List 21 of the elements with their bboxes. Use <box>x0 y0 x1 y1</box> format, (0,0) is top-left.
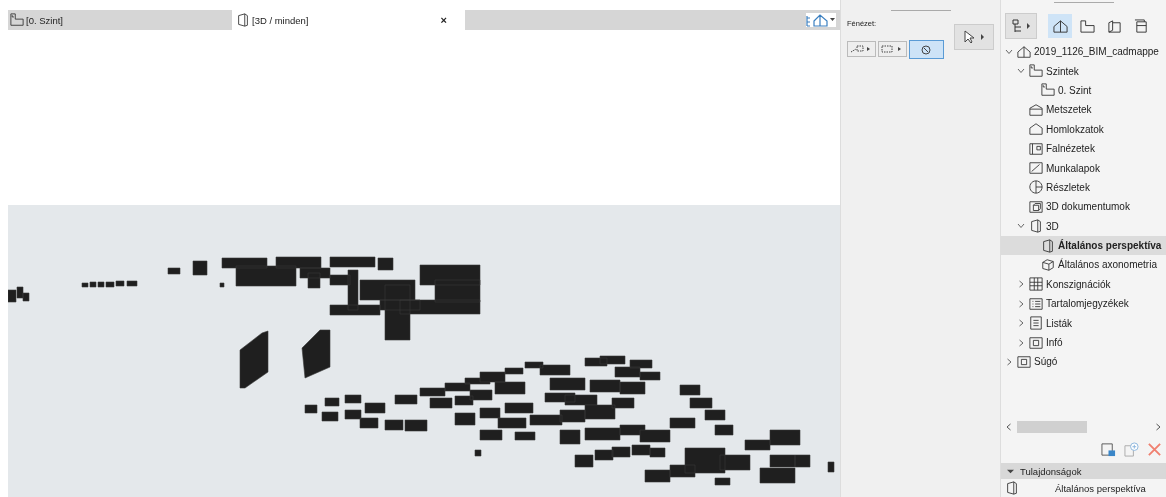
tree-item[interactable]: 3D <box>1001 216 1166 236</box>
tree-item[interactable]: Tartalomjegyzékek <box>1001 294 1166 314</box>
view-tab[interactable]: [3D / minden] × <box>232 10 465 30</box>
tree-item[interactable]: Szintek <box>1001 61 1166 81</box>
tree-item[interactable]: 0. Szint <box>1001 80 1166 101</box>
tree-item[interactable]: Általános perspektíva <box>1001 235 1166 256</box>
tree-item[interactable]: Súgó <box>1001 352 1166 372</box>
tree-item[interactable]: Infó <box>1001 332 1166 353</box>
tree-item[interactable]: Falnézetek <box>1001 138 1166 159</box>
close-button[interactable]: × <box>440 14 447 26</box>
property-value: Általános perspektíva <box>1055 482 1146 494</box>
tree-item[interactable]: 3D dokumentumok <box>1001 197 1166 217</box>
tree-item[interactable]: Általános axonometria <box>1001 255 1166 275</box>
properties-header[interactable]: Tulajdonságok <box>1001 463 1166 479</box>
tree-item[interactable]: Metszetek <box>1001 100 1166 120</box>
tree-item[interactable]: Részletek <box>1001 177 1166 198</box>
tree-item[interactable]: Listák <box>1001 313 1166 333</box>
tree-item[interactable]: 2019_1126_BIM_cadmappe <box>1001 42 1166 62</box>
tree-item[interactable]: Homlokzatok <box>1001 119 1166 139</box>
tree-item[interactable]: Konszignációk <box>1001 274 1166 295</box>
tree-item[interactable]: Munkalapok <box>1001 158 1166 178</box>
